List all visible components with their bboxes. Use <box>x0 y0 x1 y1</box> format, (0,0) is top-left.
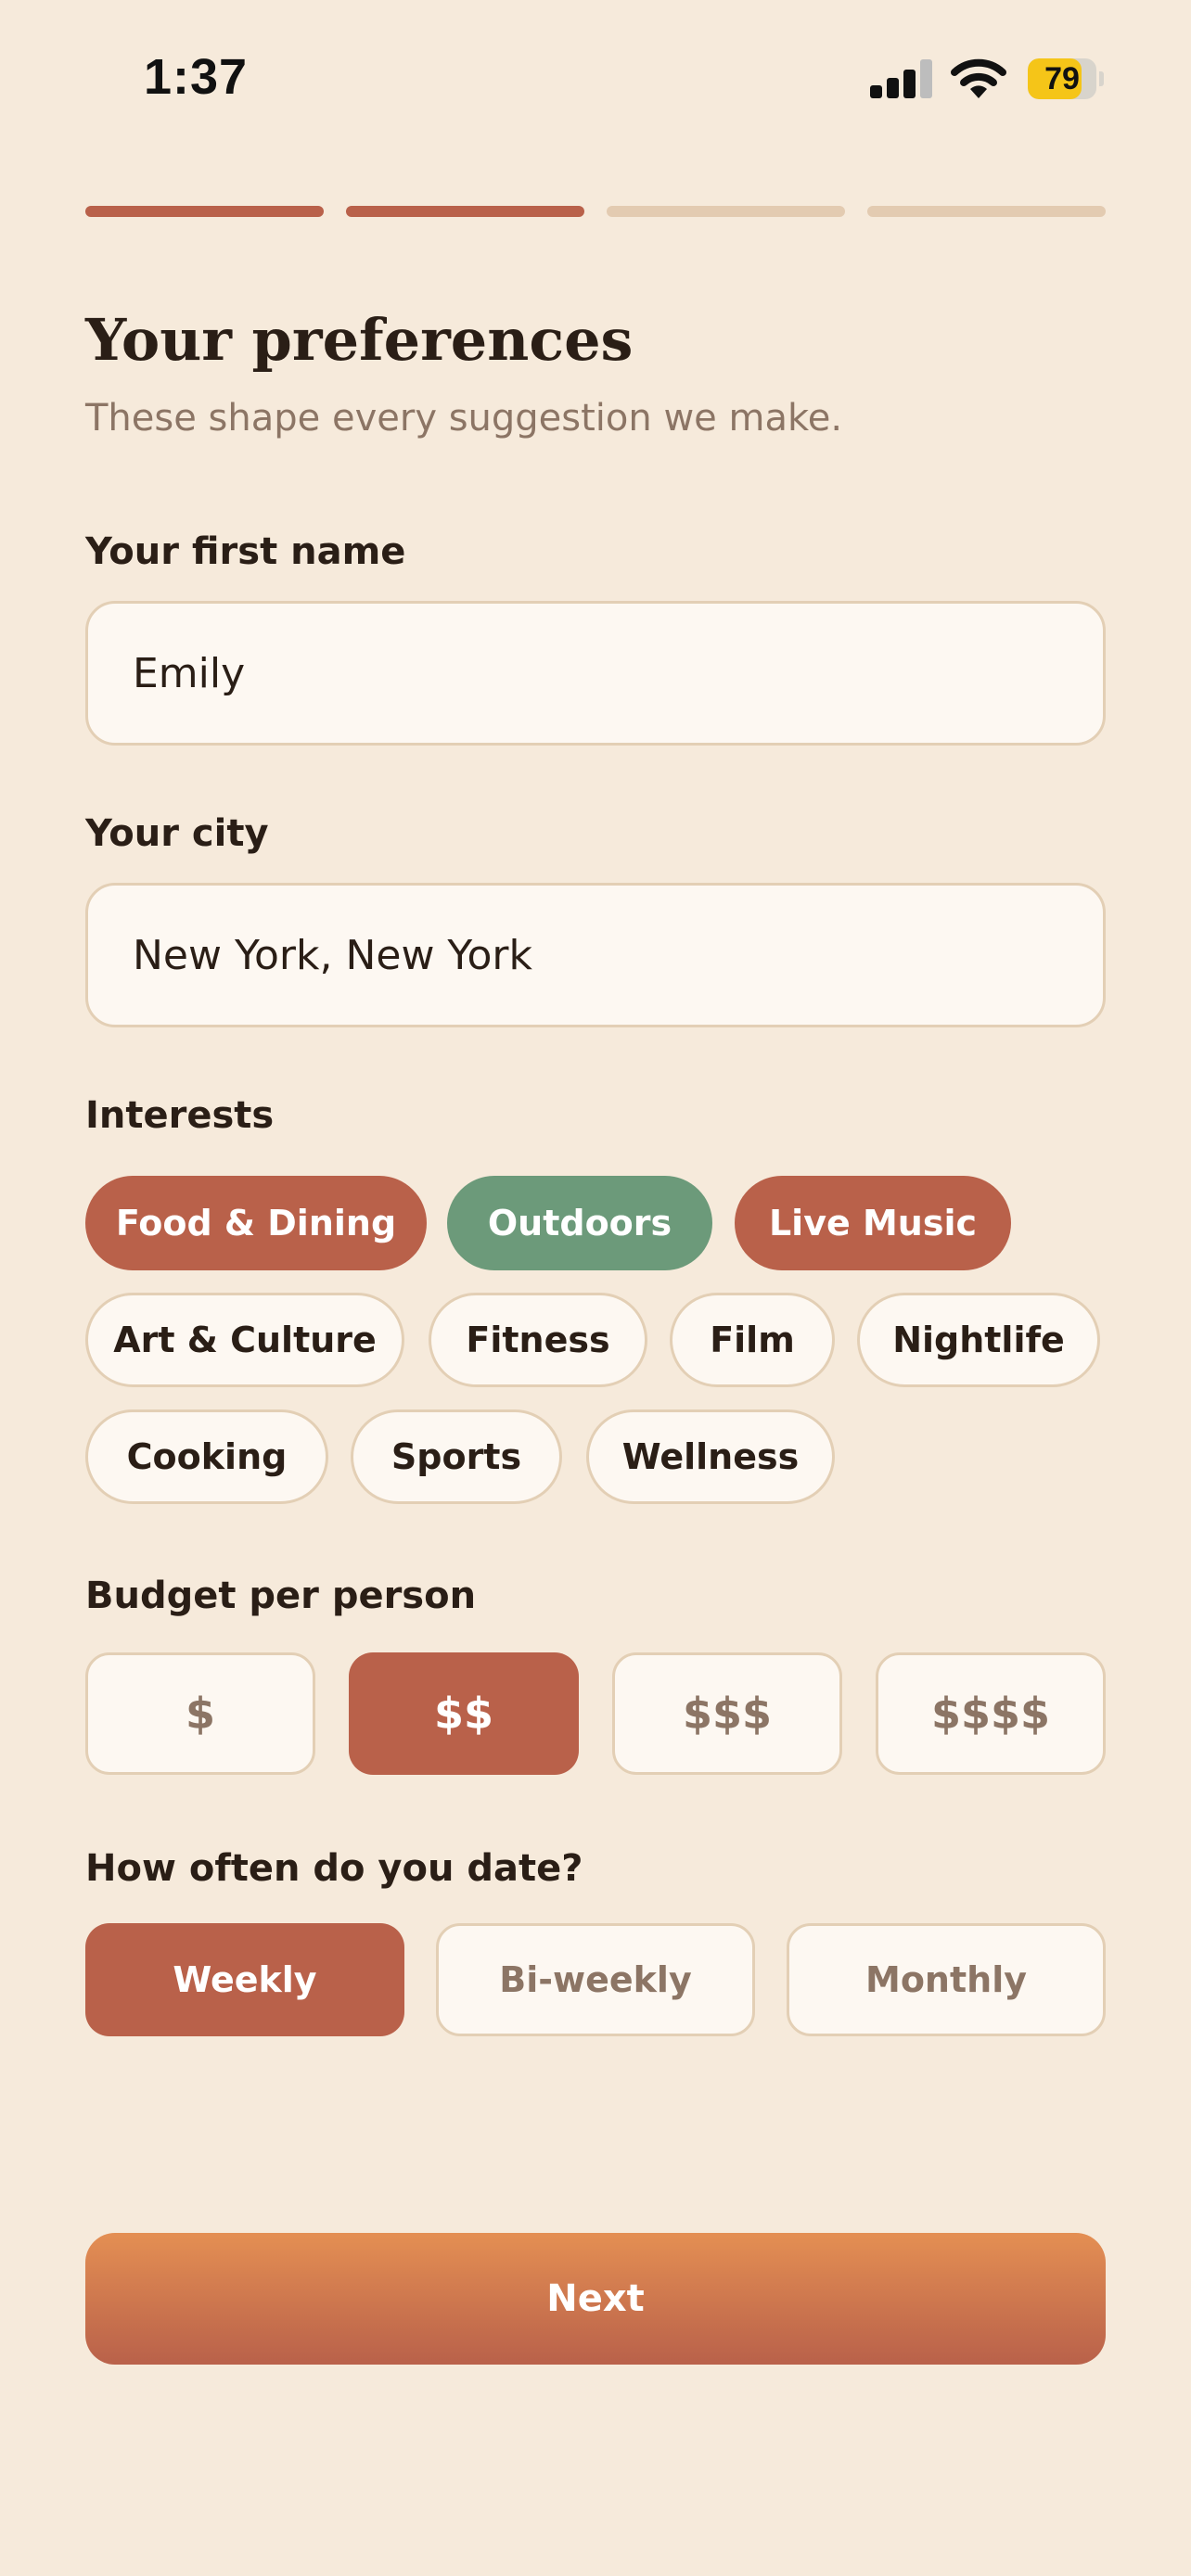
interest-chip-label: Sports <box>391 1436 522 1477</box>
interest-chip-art-culture[interactable]: Art & Culture <box>85 1293 404 1387</box>
interest-chip-outdoors[interactable]: Outdoors <box>447 1176 712 1270</box>
budget-label: Budget per person <box>85 1575 477 1617</box>
budget-option-4[interactable]: $$$$ <box>876 1652 1106 1775</box>
battery-percent: 79 <box>1044 61 1080 96</box>
next-button[interactable]: Next <box>85 2233 1106 2365</box>
interest-chip-label: Art & Culture <box>113 1320 377 1360</box>
wifi-icon <box>951 57 1006 100</box>
progress-segment <box>607 206 845 217</box>
interest-chip-label: Live Music <box>768 1203 978 1243</box>
interest-chip-label: Nightlife <box>892 1320 1065 1360</box>
interest-chip-sports[interactable]: Sports <box>351 1409 562 1504</box>
budget-option-label: $$ <box>433 1689 493 1739</box>
budget-option-2[interactable]: $$ <box>349 1652 579 1775</box>
frequency-option-bi-weekly[interactable]: Bi-weekly <box>436 1923 755 2036</box>
interest-chip-food-dining[interactable]: Food & Dining <box>85 1176 427 1270</box>
interest-chip-wellness[interactable]: Wellness <box>586 1409 835 1504</box>
progress-segment <box>85 206 324 217</box>
first-name-label: Your first name <box>85 530 406 573</box>
next-button-label: Next <box>546 2277 645 2320</box>
budget-option-label: $$$$ <box>930 1689 1051 1739</box>
interest-chip-cooking[interactable]: Cooking <box>85 1409 328 1504</box>
interest-chip-live-music[interactable]: Live Music <box>735 1176 1011 1270</box>
frequency-option-weekly[interactable]: Weekly <box>85 1923 404 2036</box>
status-time: 1:37 <box>144 49 249 105</box>
city-field[interactable]: New York, New York <box>85 883 1106 1027</box>
budget-option-3[interactable]: $$$ <box>612 1652 842 1775</box>
frequency-label: How often do you date? <box>85 1847 583 1890</box>
interest-chip-label: Film <box>710 1320 795 1360</box>
interest-chip-nightlife[interactable]: Nightlife <box>857 1293 1100 1387</box>
interest-chip-label: Fitness <box>466 1320 610 1360</box>
budget-option-label: $ <box>185 1689 215 1739</box>
interest-chip-film[interactable]: Film <box>670 1293 835 1387</box>
budget-option-label: $$$ <box>682 1689 773 1739</box>
interest-chip-label: Cooking <box>126 1436 288 1477</box>
interest-chip-label: Wellness <box>621 1436 800 1477</box>
progress-segment <box>867 206 1106 217</box>
interests-label: Interests <box>85 1094 275 1137</box>
interest-chip-label: Outdoors <box>487 1203 672 1243</box>
first-name-field[interactable]: Emily <box>85 601 1106 746</box>
frequency-option-label: Bi-weekly <box>499 1959 692 2000</box>
battery-icon: 79 <box>1028 58 1104 99</box>
interest-chip-label: Food & Dining <box>115 1203 397 1243</box>
city-value: New York, New York <box>133 931 532 979</box>
frequency-option-label: Monthly <box>865 1959 1027 2000</box>
frequency-option-label: Weekly <box>173 1959 317 2000</box>
budget-option-1[interactable]: $ <box>85 1652 315 1775</box>
page-subtitle: These shape every suggestion we make. <box>85 397 843 440</box>
signal-icon <box>870 59 932 98</box>
first-name-value: Emily <box>133 649 246 697</box>
frequency-option-monthly[interactable]: Monthly <box>787 1923 1106 2036</box>
page-title: Your preferences <box>85 306 634 374</box>
step-progress <box>85 206 1106 219</box>
interest-chip-fitness[interactable]: Fitness <box>429 1293 647 1387</box>
city-label: Your city <box>85 812 269 855</box>
preferences-screen: 1:37 79 Your preferences These shape eve… <box>0 0 1191 2576</box>
progress-segment <box>346 206 584 217</box>
